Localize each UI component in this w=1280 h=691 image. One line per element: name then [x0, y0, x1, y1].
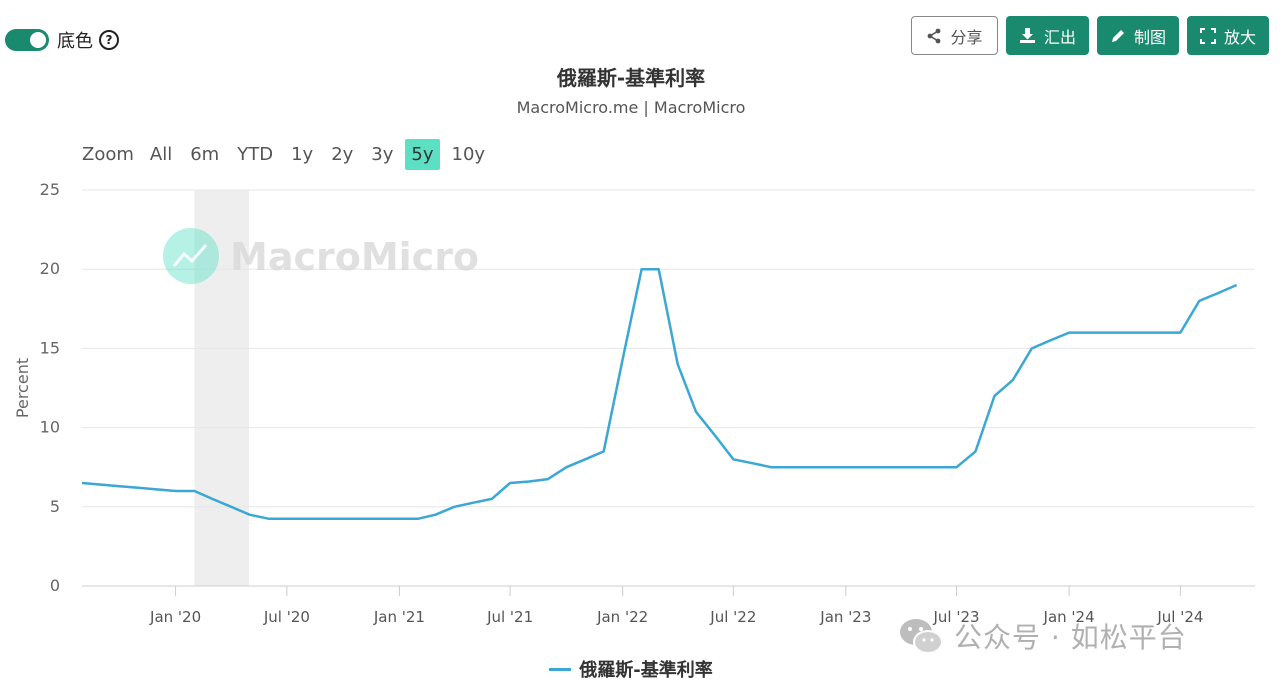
- x-tick-label: Jan '21: [373, 608, 425, 626]
- x-tick-label: Jan '20: [149, 608, 201, 626]
- chart-watermark: MacroMicro: [163, 228, 479, 284]
- y-tick-label: 0: [50, 576, 60, 595]
- x-tick-label: Jan '23: [819, 608, 871, 626]
- wechat-watermark: 公众号 · 如松平台: [898, 616, 1187, 656]
- legend-item-label: 俄羅斯-基準利率: [579, 660, 713, 681]
- y-tick-label: 20: [40, 259, 60, 278]
- x-tick-label: Jul '21: [486, 608, 533, 626]
- legend-swatch: [549, 667, 572, 671]
- chart-legend[interactable]: 俄羅斯-基準利率: [0, 656, 1262, 682]
- y-tick-label: 5: [50, 497, 60, 516]
- y-tick-label: 15: [40, 338, 60, 357]
- line-chart: MacroMicro 0 5 10 15 20 25 Jan '20 Jul '20 Jan '…: [13, 180, 1255, 626]
- wechat-icon: [900, 619, 943, 654]
- series-layer: [81, 267, 1238, 520]
- y-axis-label: Percent: [13, 358, 32, 418]
- macromicro-logo-icon: [163, 228, 219, 284]
- x-tick-label: Jul '22: [709, 608, 756, 626]
- y-tick-label: 25: [40, 180, 60, 199]
- chart-watermark-text: MacroMicro: [230, 235, 479, 279]
- y-tick-label: 10: [40, 418, 60, 437]
- series-line: [81, 267, 1238, 520]
- x-tick-label: Jul '20: [263, 608, 310, 626]
- wechat-watermark-text: 公众号 · 如松平台: [954, 621, 1187, 654]
- x-tick-label: Jan '22: [596, 608, 648, 626]
